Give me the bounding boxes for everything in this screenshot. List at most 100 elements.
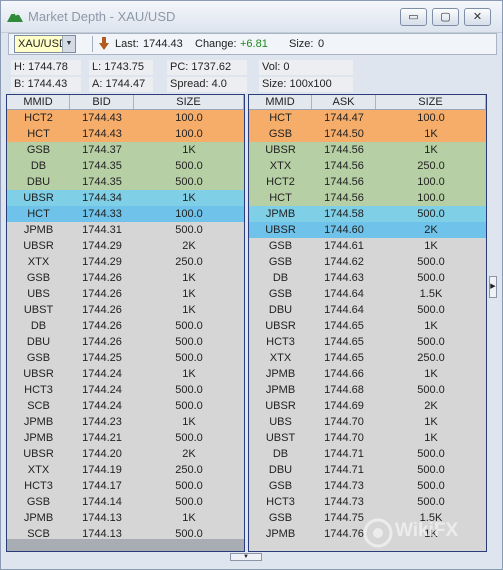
size-cell: 2K — [182, 240, 196, 252]
bid-row[interactable]: UBSR 1744.34 1K — [7, 190, 244, 206]
minimize-button[interactable]: ▭ — [400, 8, 427, 26]
ask-row[interactable]: HCT3 1744.65 500.0 — [249, 334, 486, 350]
col-header-size[interactable]: SIZE — [376, 95, 486, 109]
ask-row[interactable]: HCT3 1744.73 500.0 — [249, 494, 486, 510]
ask-row[interactable]: HCT 1744.56 100.0 — [249, 190, 486, 206]
mmid-cell: JPMB — [265, 528, 296, 540]
size-cell: 100.0 — [417, 176, 445, 188]
ask-row[interactable]: JPMB 1744.68 500.0 — [249, 382, 486, 398]
mmid-cell: UBS — [269, 416, 292, 428]
bid-row[interactable]: GSB 1744.37 1K — [7, 142, 244, 158]
ask-row[interactable]: GSB 1744.61 1K — [249, 238, 486, 254]
ask-row[interactable]: DBU 1744.71 500.0 — [249, 462, 486, 478]
bid-row[interactable]: UBST 1744.26 1K — [7, 302, 244, 318]
price-cell: 1744.26 — [82, 320, 122, 332]
size-cell: 250.0 — [417, 352, 445, 364]
bid-row[interactable]: JPMB 1744.21 500.0 — [7, 430, 244, 446]
bid-row[interactable]: DBU 1744.26 500.0 — [7, 334, 244, 350]
price-cell: 1744.56 — [324, 160, 364, 172]
last-label: Last: — [115, 38, 139, 50]
title-bar[interactable]: Market Depth - XAU/USD ▭ ▢ ✕ — [1, 1, 502, 33]
bid-row[interactable]: UBS 1744.26 1K — [7, 286, 244, 302]
price-cell: 1744.34 — [82, 192, 122, 204]
size-cell: 1K — [424, 320, 438, 332]
expand-down-handle[interactable]: ▼ — [230, 553, 262, 561]
expand-right-handle[interactable]: ▶ — [489, 276, 497, 298]
bid-row[interactable]: HCT 1744.33 100.0 — [7, 206, 244, 222]
ask-row[interactable]: UBSR 1744.65 1K — [249, 318, 486, 334]
maximize-button[interactable]: ▢ — [432, 8, 459, 26]
bid-row[interactable]: HCT3 1744.24 500.0 — [7, 382, 244, 398]
ask-price: A: 1744.47 — [89, 77, 153, 92]
ask-row[interactable]: GSB 1744.64 1.5K — [249, 286, 486, 302]
mmid-cell: GSB — [268, 288, 293, 300]
mmid-cell: GSB — [268, 512, 293, 524]
bid-row[interactable]: GSB 1744.26 1K — [7, 270, 244, 286]
bid-row[interactable]: DBU 1744.35 500.0 — [7, 174, 244, 190]
price-cell: 1744.56 — [324, 192, 364, 204]
ask-row[interactable]: HCT 1744.47 100.0 — [249, 110, 486, 126]
size-cell: 250.0 — [175, 464, 203, 476]
ask-row[interactable]: JPMB 1744.66 1K — [249, 366, 486, 382]
symbol-select[interactable]: XAU/USD ▼ — [14, 35, 76, 53]
bid-row[interactable]: GSB 1744.25 500.0 — [7, 350, 244, 366]
mmid-cell: UBST — [265, 432, 296, 444]
ask-row[interactable]: UBSR 1744.60 2K — [249, 222, 486, 238]
mmid-cell: HCT3 — [266, 336, 295, 348]
bid-row[interactable]: XTX 1744.19 250.0 — [7, 462, 244, 478]
chevron-down-icon[interactable]: ▼ — [62, 36, 75, 52]
ask-row[interactable]: GSB 1744.50 1K — [249, 126, 486, 142]
bid-row[interactable]: HCT 1744.43 100.0 — [7, 126, 244, 142]
ask-row[interactable]: UBSR 1744.56 1K — [249, 142, 486, 158]
bid-row[interactable]: DB 1744.35 500.0 — [7, 158, 244, 174]
col-header-mmid[interactable]: MMID — [249, 95, 312, 109]
bid-row[interactable]: DB 1744.26 500.0 — [7, 318, 244, 334]
col-header-ask[interactable]: ASK — [312, 95, 376, 109]
bid-row[interactable]: HCT3 1744.17 500.0 — [7, 478, 244, 494]
price-cell: 1744.26 — [82, 336, 122, 348]
mmid-cell: DBU — [26, 176, 51, 188]
price-cell: 1744.61 — [324, 240, 364, 252]
prev-close: PC: 1737.62 — [167, 60, 247, 75]
ask-row[interactable]: XTX 1744.65 250.0 — [249, 350, 486, 366]
col-header-size[interactable]: SIZE — [134, 95, 244, 109]
bid-row[interactable]: GSB 1744.14 500.0 — [7, 494, 244, 510]
ask-row[interactable]: UBST 1744.70 1K — [249, 430, 486, 446]
size-cell: 1K — [182, 416, 196, 428]
col-header-mmid[interactable]: MMID — [7, 95, 70, 109]
bid-row[interactable]: UBSR 1744.29 2K — [7, 238, 244, 254]
mmid-cell: GSB — [268, 256, 293, 268]
bid-row[interactable]: HCT2 1744.43 100.0 — [7, 110, 244, 126]
mmid-cell: DB — [30, 320, 47, 332]
col-header-bid[interactable]: BID — [70, 95, 134, 109]
mmid-cell: GSB — [268, 240, 293, 252]
ask-row[interactable]: DB 1744.63 500.0 — [249, 270, 486, 286]
ask-row[interactable]: XTX 1744.56 250.0 — [249, 158, 486, 174]
ask-row[interactable]: GSB 1744.73 500.0 — [249, 478, 486, 494]
ask-row[interactable]: DB 1744.71 500.0 — [249, 446, 486, 462]
ask-row[interactable]: DBU 1744.64 500.0 — [249, 302, 486, 318]
size-cell: 1K — [182, 144, 196, 156]
bid-row[interactable]: UBSR 1744.24 1K — [7, 366, 244, 382]
bid-row[interactable]: SCB 1744.24 500.0 — [7, 398, 244, 414]
ask-row[interactable]: HCT2 1744.56 100.0 — [249, 174, 486, 190]
change-label: Change: — [195, 38, 237, 50]
bid-row[interactable]: JPMB 1744.23 1K — [7, 414, 244, 430]
mmid-cell: JPMB — [23, 432, 54, 444]
bid-row[interactable]: JPMB 1744.13 1K — [7, 510, 244, 526]
ask-row[interactable]: GSB 1744.62 500.0 — [249, 254, 486, 270]
price-cell: 1744.26 — [82, 288, 122, 300]
size-cell: 500.0 — [175, 480, 203, 492]
price-cell: 1744.56 — [324, 176, 364, 188]
mmid-cell: DBU — [268, 464, 293, 476]
watermark-logo: WikiFX — [359, 513, 494, 553]
bid-row[interactable]: XTX 1744.29 250.0 — [7, 254, 244, 270]
size-cell: 500.0 — [175, 352, 203, 364]
bid-row[interactable]: UBSR 1744.20 2K — [7, 446, 244, 462]
ask-row[interactable]: UBS 1744.70 1K — [249, 414, 486, 430]
low-price: L: 1743.75 — [89, 60, 153, 75]
close-button[interactable]: ✕ — [464, 8, 491, 26]
bid-row[interactable]: JPMB 1744.31 500.0 — [7, 222, 244, 238]
ask-row[interactable]: JPMB 1744.58 500.0 — [249, 206, 486, 222]
ask-row[interactable]: UBSR 1744.69 2K — [249, 398, 486, 414]
